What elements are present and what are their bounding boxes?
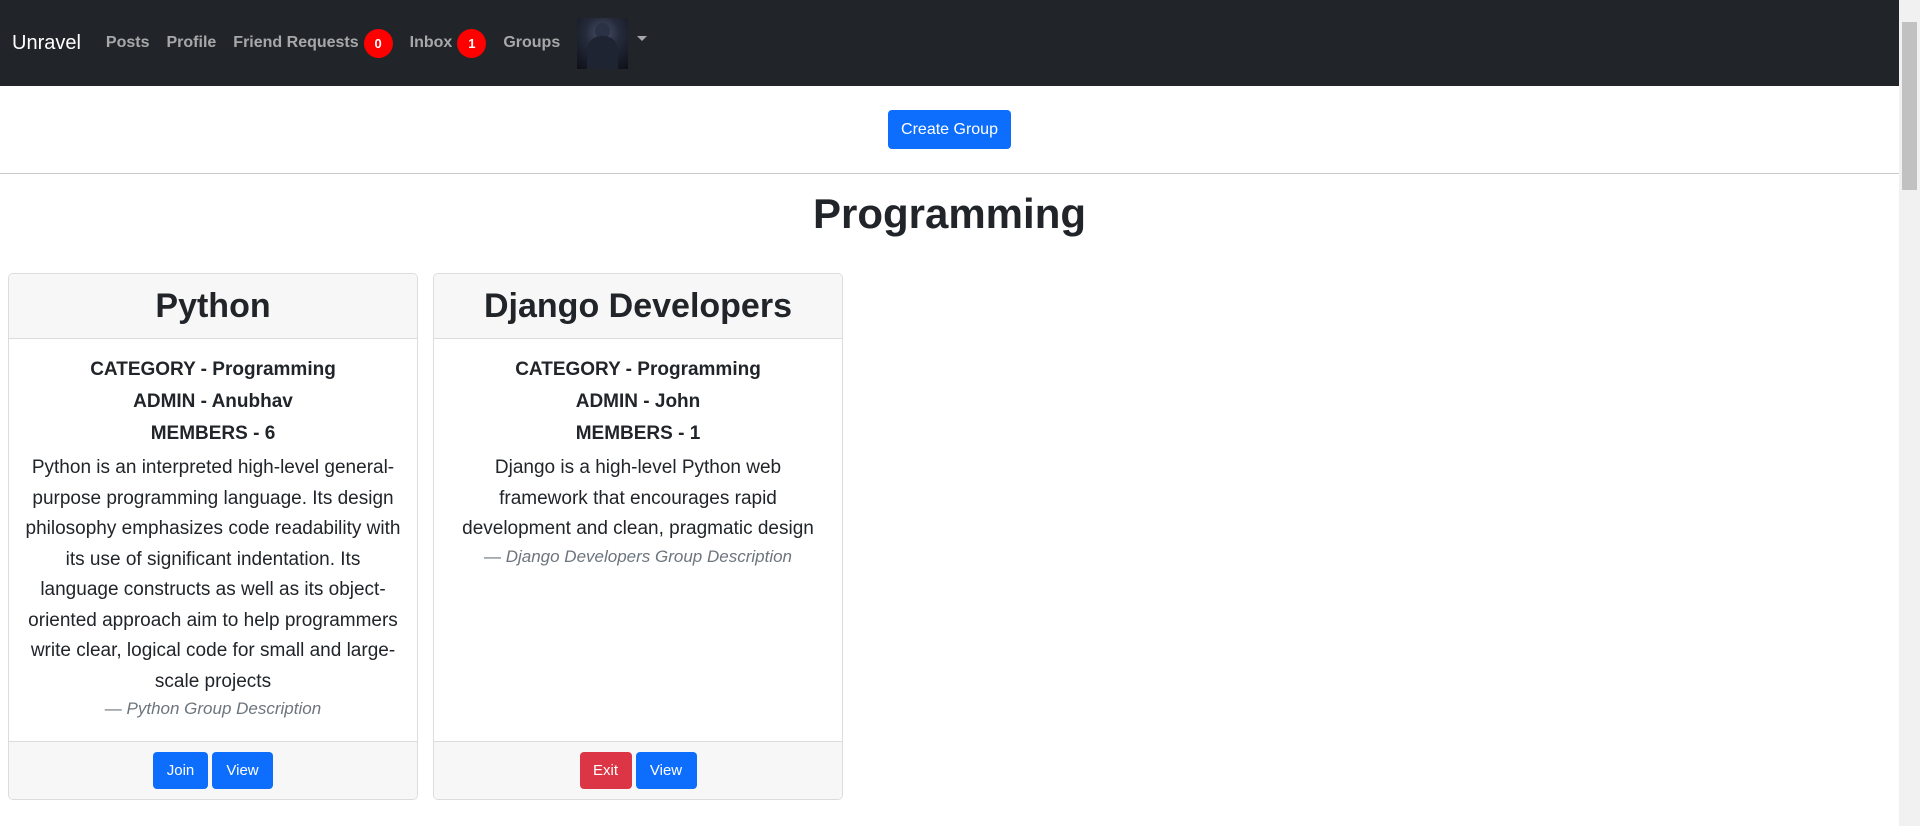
friend-requests-count-badge: 0 xyxy=(363,28,393,58)
group-description-citation: — Python Group Description xyxy=(104,699,322,718)
group-description: Python is an interpreted high-level gene… xyxy=(25,457,401,692)
exit-group-button[interactable]: Exit xyxy=(579,752,632,789)
group-card-body: CATEGORY - Programming ADMIN - Anubhav M… xyxy=(9,339,417,742)
group-card-django-developers: Django Developers CATEGORY - Programming… xyxy=(433,273,843,800)
group-description-citation: — Django Developers Group Description xyxy=(483,546,793,566)
group-category: CATEGORY - Programming xyxy=(90,359,336,380)
group-admin: ADMIN - Anubhav xyxy=(133,391,293,412)
view-group-button[interactable]: View xyxy=(635,752,697,789)
user-menu-dropdown-caret-icon[interactable] xyxy=(637,35,648,41)
group-card-title: Python xyxy=(9,274,417,339)
inbox-count-badge: 1 xyxy=(457,28,487,58)
group-card-python: Python CATEGORY - Programming ADMIN - An… xyxy=(8,273,418,800)
nav-link-groups[interactable]: Groups xyxy=(503,34,560,52)
scrollbar-thumb[interactable] xyxy=(1902,22,1917,190)
nav-link-posts[interactable]: Posts xyxy=(106,34,150,52)
category-heading: Programming xyxy=(812,190,1087,237)
brand-link[interactable]: Unravel xyxy=(12,32,81,55)
view-group-button[interactable]: View xyxy=(212,752,273,789)
group-description: Django is a high-level Python web framew… xyxy=(462,457,814,539)
group-card-body: CATEGORY - Programming ADMIN - John MEMB… xyxy=(434,339,842,742)
page-scrollbar[interactable] xyxy=(1899,0,1920,826)
nav-link-inbox[interactable]: Inbox 1 xyxy=(409,28,487,58)
nav-link-friend-requests[interactable]: Friend Requests 0 xyxy=(233,28,393,58)
inbox-label: Inbox xyxy=(409,34,453,51)
top-navbar: Unravel Posts Profile Friend Requests 0 … xyxy=(0,0,1899,86)
group-card-footer: Exit View xyxy=(434,741,842,799)
nav-link-profile[interactable]: Profile xyxy=(167,34,217,52)
group-members: MEMBERS - 6 xyxy=(150,423,276,444)
group-admin: ADMIN - John xyxy=(575,391,701,412)
join-group-button[interactable]: Join xyxy=(153,752,208,789)
friend-requests-label: Friend Requests xyxy=(233,34,359,51)
create-group-button[interactable]: Create Group xyxy=(888,110,1011,149)
group-members: MEMBERS - 1 xyxy=(575,423,701,444)
group-category: CATEGORY - Programming xyxy=(515,359,761,380)
group-card-title: Django Developers xyxy=(434,274,842,339)
user-avatar[interactable] xyxy=(577,17,629,69)
avatar-body-shape xyxy=(587,35,619,69)
group-card-footer: Join View xyxy=(9,741,417,799)
create-group-bar: Create Group xyxy=(0,86,1899,174)
